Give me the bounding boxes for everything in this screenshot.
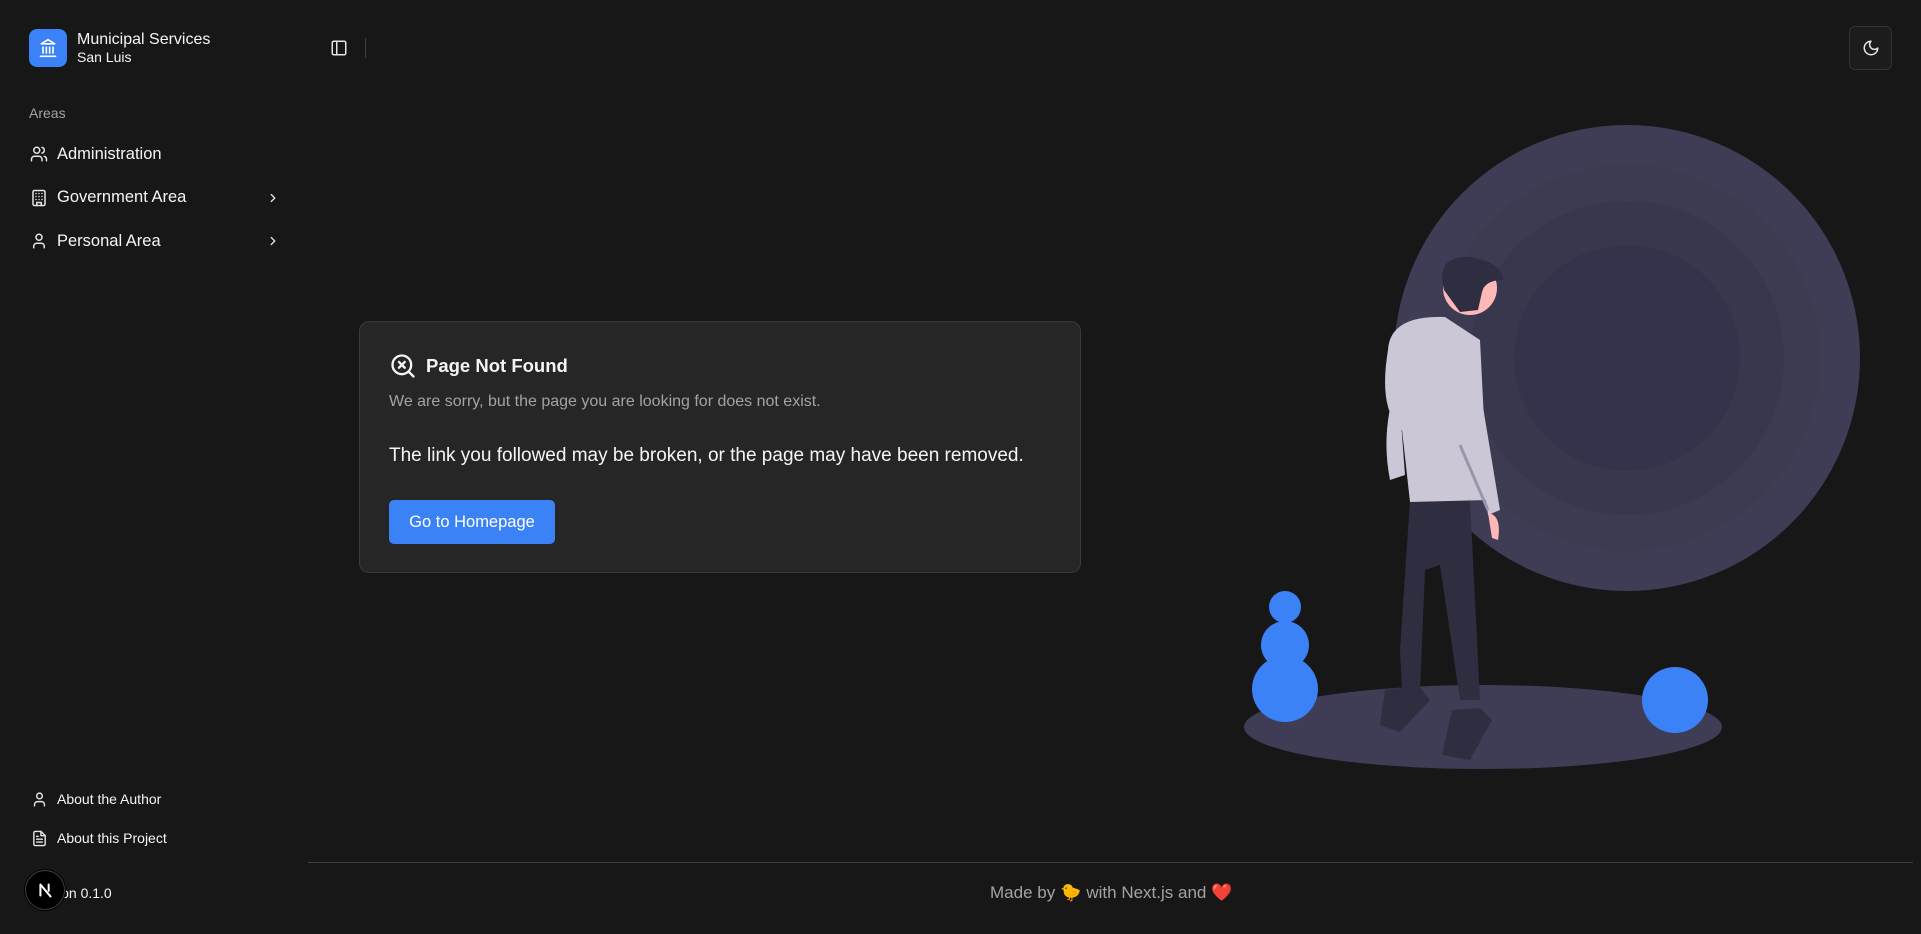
search-x-icon — [391, 354, 415, 378]
footer-divider — [308, 862, 1913, 863]
user-icon — [29, 231, 49, 251]
heart-icon: ❤️ — [1211, 883, 1233, 902]
brand-title: Municipal Services — [77, 31, 211, 48]
sidebar-nav: Administration Government Area Personal … — [20, 134, 290, 265]
sidebar-item-about-author[interactable]: About the Author — [20, 781, 290, 817]
footer-with-nextjs: with Next.js and — [1086, 883, 1207, 902]
version-label: ion 0.1.0 — [58, 885, 112, 901]
sidebar-group-label: Areas — [29, 105, 66, 121]
chevron-right-icon — [265, 233, 281, 249]
not-found-card: Page Not Found We are sorry, but the pag… — [359, 321, 1081, 573]
nextjs-logo-icon[interactable] — [25, 870, 65, 910]
sidebar-toggle-button[interactable] — [327, 36, 351, 60]
panel-left-icon — [331, 40, 347, 56]
sidebar-item-personal-area[interactable]: Personal Area — [20, 221, 290, 261]
card-header: Page Not Found — [389, 352, 568, 380]
sidebar-item-label: Government Area — [57, 188, 187, 206]
sidebar-item-label: About this Project — [57, 830, 167, 846]
file-text-icon — [29, 828, 49, 848]
sidebar-item-label: Administration — [57, 144, 162, 163]
header-divider — [365, 38, 366, 58]
footer: Made by 🐤 with Next.js and ❤️ — [990, 883, 1233, 903]
card-body-text: The link you followed may be broken, or … — [389, 445, 1024, 466]
moon-icon — [1863, 40, 1878, 56]
card-title: Page Not Found — [426, 355, 568, 376]
sidebar-item-about-project[interactable]: About this Project — [20, 820, 290, 856]
footer-made-by: Made by — [990, 883, 1056, 902]
chevron-right-icon — [265, 190, 281, 206]
lost-person-illustration — [1244, 125, 1860, 769]
sidebar-item-label: About the Author — [57, 791, 162, 807]
sidebar-item-government-area[interactable]: Government Area — [20, 178, 290, 218]
app-root: Municipal Services San Luis Areas Admini… — [0, 0, 1921, 934]
go-to-homepage-button[interactable]: Go to Homepage — [389, 500, 555, 544]
users-icon — [29, 144, 49, 164]
building-icon — [29, 188, 49, 208]
landmark-icon — [29, 29, 67, 67]
chick-icon: 🐤 — [1060, 883, 1082, 902]
theme-toggle-button[interactable] — [1849, 26, 1892, 70]
user-icon — [29, 789, 49, 809]
card-description: We are sorry, but the page you are looki… — [389, 393, 821, 410]
sidebar-item-label: Personal Area — [57, 231, 161, 250]
sidebar: Municipal Services San Luis Areas Admini… — [0, 0, 308, 934]
sidebar-footer-nav: About the Author About this Project — [20, 781, 290, 859]
sidebar-item-administration[interactable]: Administration — [20, 134, 290, 174]
brand[interactable]: Municipal Services San Luis — [29, 29, 210, 67]
brand-subtitle: San Luis — [77, 49, 132, 65]
